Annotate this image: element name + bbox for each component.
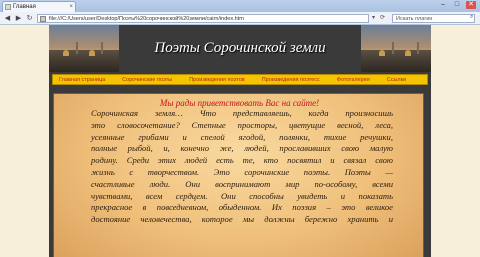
address-bar[interactable]: file:///C:/Users/user/Desktop/Поэты%20со… (37, 14, 369, 23)
header-image-left (49, 25, 119, 72)
page: Поэты Сорочинской земли Главная страница… (0, 25, 480, 257)
search-input[interactable]: Искать плагин (392, 14, 475, 23)
site-title: Поэты Сорочинской земли (154, 40, 326, 56)
tab-close-icon[interactable]: × (69, 2, 73, 12)
welcome-heading: Мы рады приветствовать Вас на сайте! (159, 98, 320, 108)
intro-text: Сорочинская земля… Что представляешь, ко… (91, 108, 393, 226)
menu-item-poets[interactable]: Сорочинские поэты (122, 77, 172, 83)
intro-line: усеянные грибами и спелой ягодой, полянк… (91, 131, 393, 142)
tab-title: Главная (13, 4, 36, 10)
intro-line: прекрасное в повседневном, обыденном. Их… (91, 202, 393, 213)
menu-item-links[interactable]: Ссылки (387, 77, 406, 83)
intro-line: достояние человечества, которое мы должн… (91, 214, 393, 225)
minimize-button[interactable]: – (438, 1, 448, 9)
menu-item-home[interactable]: Главная страница (59, 77, 105, 83)
search-placeholder: Искать плагин (396, 16, 433, 22)
intro-line: родину. Среди этих людей есть те, кто по… (91, 155, 393, 166)
main-menu: Главная страница Сорочинские поэты Произ… (49, 72, 431, 87)
back-icon[interactable]: ◀ (3, 14, 12, 23)
menu-item-poets-works[interactable]: Произведения поэтов (189, 77, 245, 83)
browser-toolbar: ◀ ▶ ↻ file:///C:/Users/user/Desktop/Поэт… (0, 12, 480, 25)
menu-item-gallery[interactable]: Фотогалерея (337, 77, 370, 83)
intro-line: полные рыбой, и, конечно же, людей, прос… (91, 143, 393, 154)
intro-line: Сорочинская земля… Что представляешь, ко… (91, 108, 393, 118)
address-text: file:///C:/Users/user/Desktop/Поэты%20со… (49, 16, 244, 22)
reload-icon[interactable]: ↻ (25, 14, 34, 23)
intro-line: чувствами, всем сердцем. Они способны ув… (91, 190, 393, 201)
dropdown-icon[interactable]: ▾ (372, 14, 375, 21)
browser-titlebar: Главная × – □ ✕ (0, 0, 480, 12)
maximize-button[interactable]: □ (452, 1, 462, 9)
site-header: Поэты Сорочинской земли (49, 25, 431, 72)
page-icon (5, 4, 11, 10)
content-panel: Мы рады приветствовать Вас на сайте! Сор… (53, 93, 424, 257)
menu-item-poetesses-works[interactable]: Произведения поэтесс (262, 77, 320, 83)
search-icon[interactable]: ⌕ (470, 14, 473, 21)
refresh-small-icon[interactable]: ⟳ (380, 14, 385, 21)
close-button[interactable]: ✕ (466, 1, 476, 9)
intro-line: счастливые люди. Они воспринимают мир по… (91, 178, 393, 189)
file-icon (40, 16, 46, 22)
forward-icon[interactable]: ▶ (14, 14, 23, 23)
content-frame: Мы рады приветствовать Вас на сайте! Сор… (49, 87, 431, 257)
browser-tab[interactable]: Главная × (2, 1, 76, 12)
header-image-right (361, 25, 431, 72)
intro-line: жизнь с творчеством. Это сорочинские поэ… (91, 166, 393, 177)
intro-line: это словосочетание? Степные просторы, цв… (91, 119, 393, 130)
